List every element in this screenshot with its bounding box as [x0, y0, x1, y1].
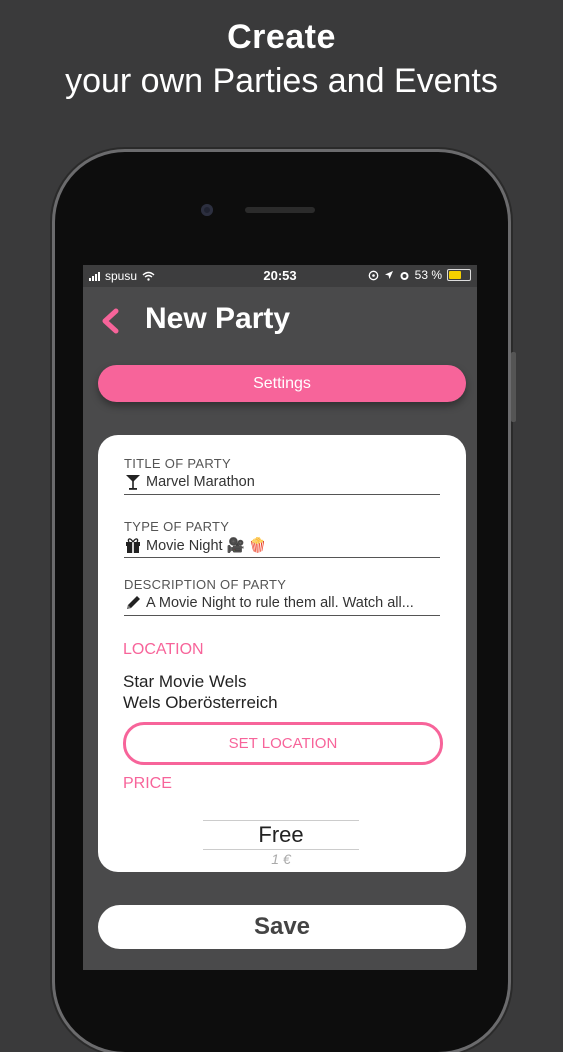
description-field-label: DESCRIPTION OF PARTY — [124, 577, 287, 592]
type-input[interactable]: Movie Night 🎥 🍿 — [146, 537, 267, 554]
price-header: PRICE — [123, 775, 172, 792]
battery-icon — [447, 269, 471, 281]
price-picker-selected[interactable]: Free — [203, 821, 359, 849]
location-address: Star Movie Wels Wels Oberösterreich — [123, 671, 278, 713]
location-name: Star Movie Wels — [123, 672, 247, 691]
alarm-icon — [400, 271, 409, 280]
set-location-button[interactable]: SET LOCATION — [123, 722, 443, 765]
party-form-card: TITLE OF PARTY Marvel Marathon TYPE OF P… — [98, 435, 466, 872]
screen-lock-icon — [368, 270, 378, 280]
save-button[interactable]: Save — [98, 905, 466, 949]
page-title: New Party — [145, 302, 291, 335]
status-bar: spusu 20:53 53 % — [83, 265, 477, 287]
title-field[interactable]: TITLE OF PARTY Marvel Marathon — [124, 456, 440, 495]
battery-percent: 53 % — [414, 268, 442, 282]
location-header: LOCATION — [123, 641, 204, 658]
price-picker[interactable]: Free 1 € — [203, 820, 359, 867]
promo-subtitle: your own Parties and Events — [65, 62, 498, 100]
cocktail-glass-icon — [126, 475, 140, 490]
front-camera — [201, 204, 213, 216]
side-button — [511, 352, 516, 422]
gift-icon — [126, 538, 140, 553]
promo-title: Create — [227, 18, 336, 56]
phone-frame: spusu 20:53 53 % New Party Settings TITL… — [55, 152, 516, 1052]
title-input[interactable]: Marvel Marathon — [146, 474, 255, 490]
location-arrow-icon — [384, 271, 393, 279]
description-input[interactable]: A Movie Night to rule them all. Watch al… — [146, 595, 414, 611]
title-field-label: TITLE OF PARTY — [124, 456, 232, 471]
type-field[interactable]: TYPE OF PARTY Movie Night 🎥 🍿 — [124, 519, 440, 558]
app-screen: spusu 20:53 53 % New Party Settings TITL… — [83, 265, 477, 970]
type-field-label: TYPE OF PARTY — [124, 519, 230, 534]
location-region: Wels Oberösterreich — [123, 693, 278, 712]
back-chevron-icon[interactable] — [97, 307, 125, 335]
description-field[interactable]: DESCRIPTION OF PARTY A Movie Night to ru… — [124, 577, 440, 616]
earpiece-speaker — [245, 207, 315, 213]
pencil-icon — [127, 596, 140, 609]
settings-button[interactable]: Settings — [98, 365, 466, 402]
price-picker-next-option[interactable]: 1 € — [203, 851, 359, 867]
